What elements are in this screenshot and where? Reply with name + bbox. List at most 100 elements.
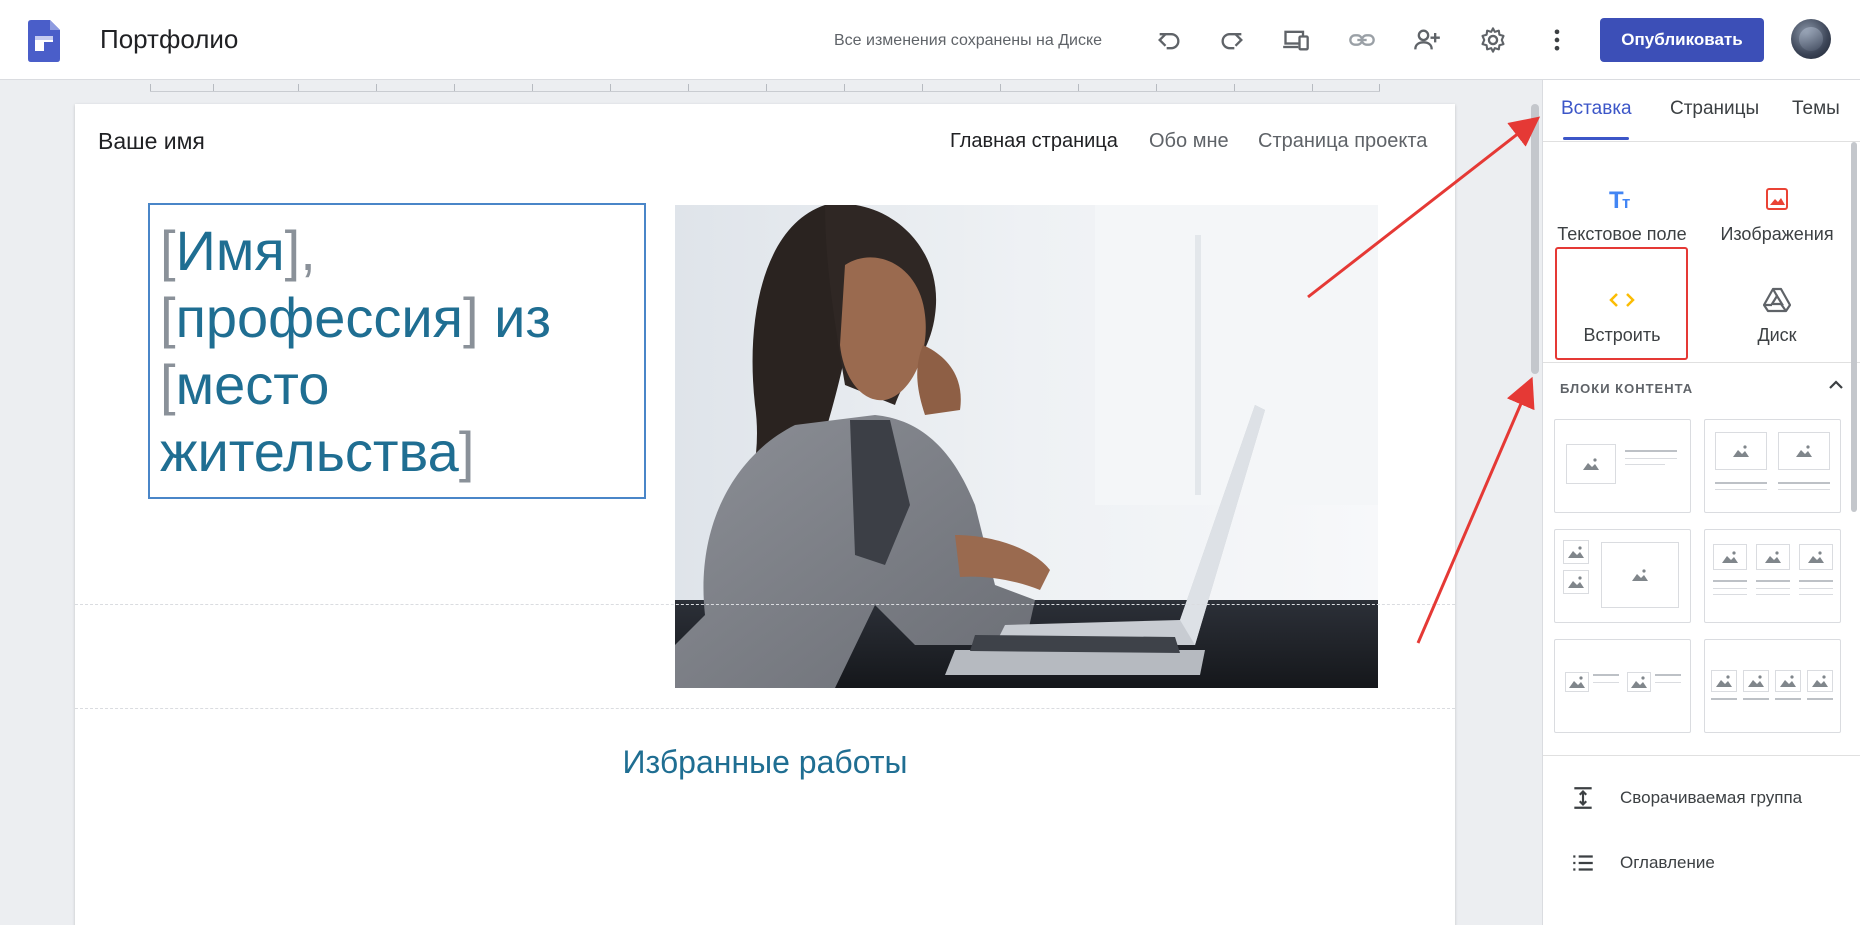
placeholder-line	[1775, 698, 1801, 700]
nav-link-home[interactable]: Главная страница	[950, 130, 1118, 153]
tab-themes[interactable]: Темы	[1792, 98, 1840, 120]
placeholder-line	[1713, 580, 1747, 582]
ruler-tick	[1000, 84, 1001, 91]
nav-link-project[interactable]: Страница проекта	[1258, 130, 1427, 153]
placeholder-line	[1593, 682, 1619, 683]
ruler-tick	[688, 84, 689, 91]
doc-title[interactable]: Портфолио	[100, 24, 238, 55]
canvas-scrollbar[interactable]	[1531, 104, 1539, 374]
ruler-tick	[376, 84, 377, 91]
content-block-gallery[interactable]	[1554, 529, 1691, 623]
preview-devices-icon[interactable]	[1276, 20, 1316, 60]
placeholder-image-icon	[1799, 544, 1833, 570]
table-of-contents-label: Оглавление	[1620, 853, 1715, 872]
content-block-two-images[interactable]	[1704, 419, 1841, 513]
ruler-tick	[1234, 84, 1235, 91]
placeholder-line	[1715, 482, 1767, 484]
text-box-icon: Tт	[1544, 184, 1700, 214]
placeholder-image-icon	[1601, 542, 1679, 608]
ruler-tick	[1312, 84, 1313, 91]
placeholder-line	[1756, 580, 1790, 582]
top-bar: Портфолио Все изменения сохранены на Дис…	[0, 0, 1860, 80]
svg-text:т: т	[1622, 193, 1630, 212]
google-sites-logo-icon[interactable]	[28, 20, 60, 62]
placeholder-line	[1625, 464, 1665, 465]
placeholder-image-icon	[1743, 670, 1769, 692]
content-block-two-image-text[interactable]	[1554, 639, 1691, 733]
placeholder-line	[1715, 489, 1767, 490]
publish-button[interactable]: Опубликовать	[1600, 18, 1764, 62]
placeholder-image-icon	[1566, 444, 1616, 484]
placeholder-line	[1713, 594, 1747, 595]
placeholder-image-icon	[1563, 570, 1589, 594]
placeholder-line	[1655, 674, 1681, 676]
insert-table-of-contents[interactable]: Оглавление	[1570, 848, 1715, 878]
undo-icon[interactable]	[1149, 20, 1189, 60]
placeholder-line	[1799, 580, 1833, 582]
panel-scrollbar[interactable]	[1851, 142, 1857, 512]
content-block-four-columns[interactable]	[1704, 639, 1841, 733]
content-block-image-text[interactable]	[1554, 419, 1691, 513]
insert-images[interactable]: Изображения	[1699, 162, 1855, 262]
share-icon[interactable]	[1407, 20, 1447, 60]
content-blocks-heading: БЛОКИ КОНТЕНТА	[1560, 381, 1694, 396]
section-divider	[75, 708, 1455, 709]
placeholder-line	[1593, 674, 1619, 676]
placeholder-line	[1756, 588, 1790, 589]
image-icon	[1699, 184, 1855, 214]
placeholder-line	[1799, 588, 1833, 589]
section-title[interactable]: Избранные работы	[75, 744, 1455, 781]
ruler-tick	[150, 84, 151, 91]
save-status: Все изменения сохранены на Диске	[834, 32, 1103, 49]
placeholder-line	[1778, 482, 1830, 484]
ruler-tick	[1078, 84, 1079, 91]
placeholder-image-icon	[1627, 672, 1651, 692]
placeholder-image-icon	[1778, 432, 1830, 470]
hero-image[interactable]	[675, 205, 1378, 688]
placeholder-line	[1807, 698, 1833, 700]
hero-text-box[interactable]: [Имя], [профессия] из [место жительства]	[148, 203, 646, 499]
placeholder-line	[1713, 588, 1747, 589]
placeholder-line	[1743, 698, 1769, 700]
site-name[interactable]: Ваше имя	[98, 128, 205, 155]
panel-divider	[1543, 362, 1860, 363]
ruler-tick	[298, 84, 299, 91]
placeholder-image-icon	[1565, 672, 1589, 692]
ruler-tick	[610, 84, 611, 91]
more-vert-icon[interactable]	[1537, 20, 1577, 60]
content-block-three-columns[interactable]	[1704, 529, 1841, 623]
avatar[interactable]	[1791, 19, 1831, 59]
placeholder-line	[1655, 682, 1681, 683]
embed-highlight-frame	[1555, 247, 1688, 360]
placeholder-line	[1799, 594, 1833, 595]
ruler-tick	[844, 84, 845, 91]
ruler-tick	[532, 84, 533, 91]
ruler-tick	[1379, 84, 1380, 91]
placeholder-line	[1625, 458, 1677, 459]
insert-text-box-label: Текстовое поле	[1557, 224, 1687, 244]
settings-icon[interactable]	[1473, 20, 1513, 60]
redo-icon[interactable]	[1212, 20, 1252, 60]
placeholder-image-icon	[1563, 540, 1589, 564]
insert-images-label: Изображения	[1720, 224, 1834, 244]
page-canvas[interactable]: Ваше имя Главная страница Обо мне Страни…	[75, 104, 1455, 925]
link-icon[interactable]	[1342, 20, 1382, 60]
placeholder-image-icon	[1715, 432, 1767, 470]
ruler-tick	[454, 84, 455, 91]
insert-collapsible-group[interactable]: Сворачиваемая группа	[1570, 783, 1802, 813]
insert-drive-label: Диск	[1757, 325, 1797, 345]
section-divider	[75, 604, 1455, 605]
tab-pages[interactable]: Страницы	[1670, 98, 1759, 120]
insert-drive[interactable]: Диск	[1699, 263, 1855, 363]
collapsible-group-label: Сворачиваемая группа	[1620, 788, 1803, 807]
chevron-up-icon[interactable]	[1825, 374, 1847, 396]
ruler-tick	[922, 84, 923, 91]
nav-link-about[interactable]: Обо мне	[1149, 130, 1229, 153]
panel-divider	[1543, 755, 1860, 756]
tab-insert[interactable]: Вставка	[1561, 98, 1632, 120]
placeholder-line	[1625, 450, 1677, 452]
placeholder-image-icon	[1775, 670, 1801, 692]
horizontal-ruler	[150, 80, 1380, 92]
placeholder-image-icon	[1713, 544, 1747, 570]
hero-heading: [Имя], [профессия] из [место жительства]	[160, 219, 552, 483]
